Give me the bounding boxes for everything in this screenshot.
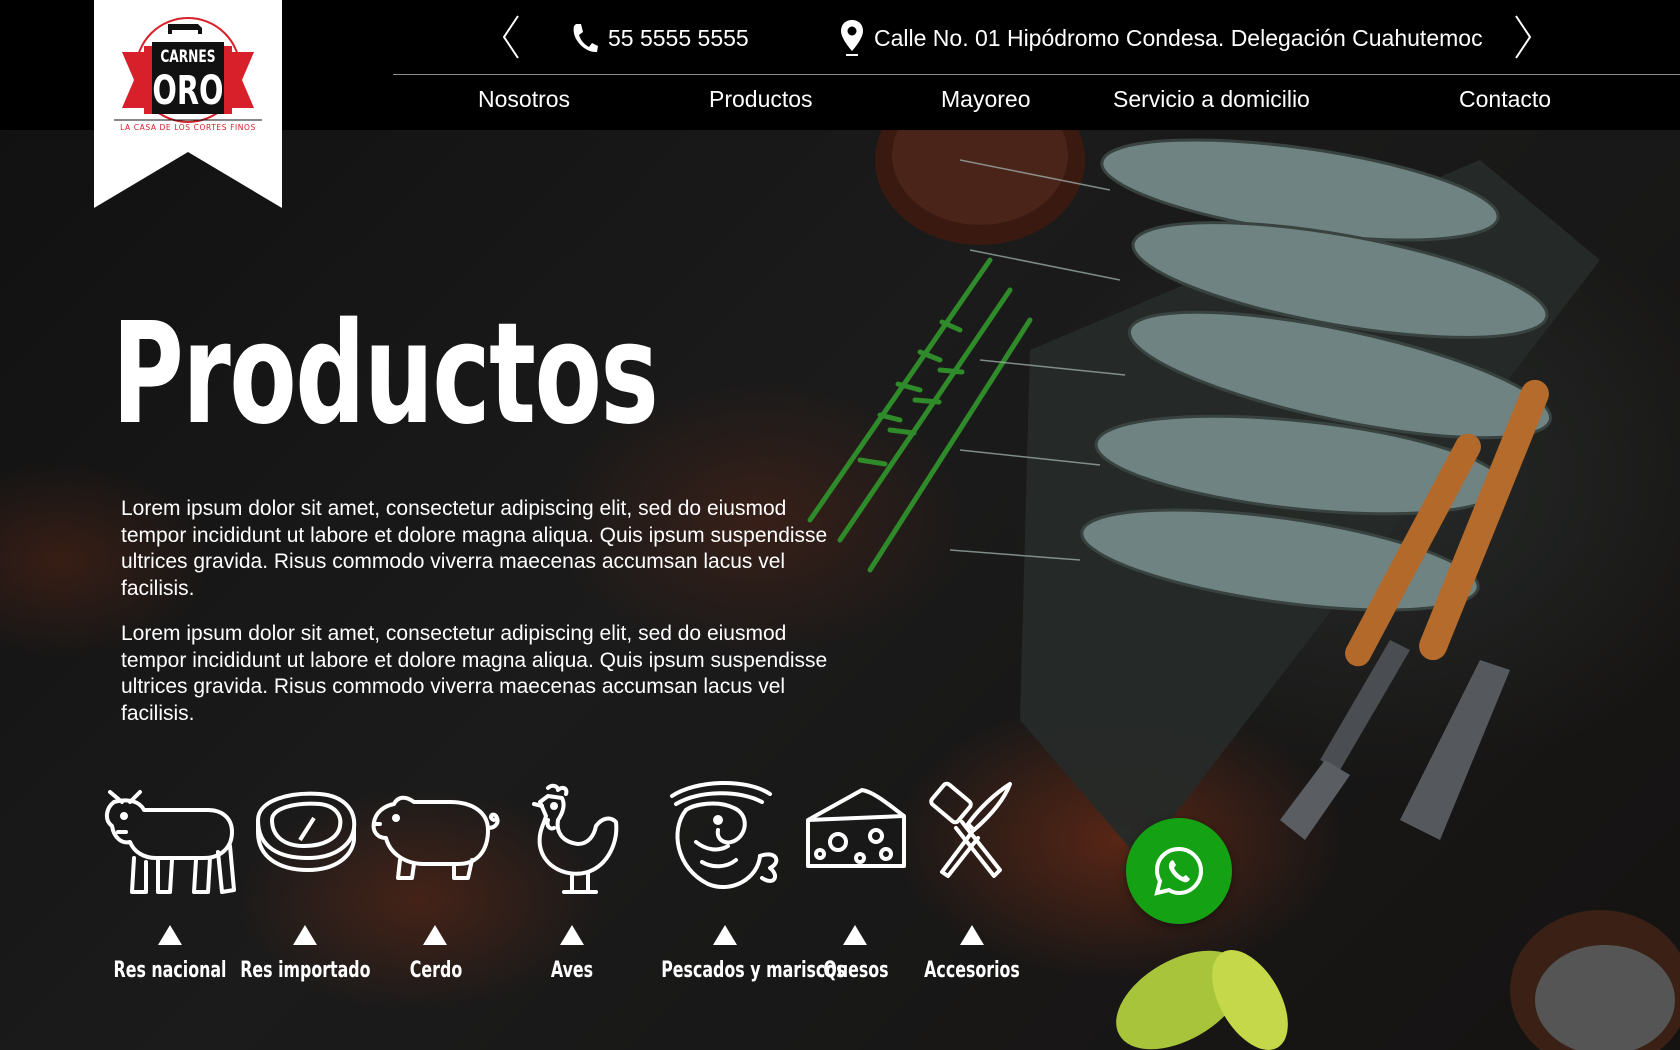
category-cerdo[interactable]: Cerdo [368, 780, 503, 1000]
nav-item-servicio-a-domicilio[interactable]: Servicio a domicilio [1113, 86, 1310, 113]
logo-line-1: CARNES [160, 47, 215, 67]
logo-tagline: LA CASA DE LOS CORTES FINOS [120, 123, 256, 132]
category-label: Quesos [823, 958, 889, 983]
nav-item-nosotros[interactable]: Nosotros [478, 86, 570, 113]
category-label: Pescados y mariscos [661, 958, 846, 983]
category-label: Accesorios [924, 958, 1020, 983]
category-label: Aves [550, 958, 594, 983]
page-title: Productos [112, 293, 659, 456]
logo-line-2: ORO [152, 68, 223, 114]
category-marker [713, 925, 737, 945]
category-label: Res importado [240, 958, 371, 983]
category-marker [843, 925, 867, 945]
phone-icon [573, 24, 598, 53]
nav-item-mayoreo[interactable]: Mayoreo [941, 86, 1030, 113]
category-label: Cerdo [409, 958, 463, 983]
nav-item-contacto[interactable]: Contacto [1459, 86, 1551, 113]
chicken-icon [532, 783, 619, 894]
chevron-left-icon[interactable] [498, 12, 528, 62]
header-divider [393, 74, 1680, 75]
steak-icon [256, 791, 357, 872]
phone-number: 55 5555 5555 [608, 24, 749, 51]
cow-icon [105, 790, 236, 894]
category-aves[interactable]: Aves [522, 780, 622, 1000]
category-marker [293, 925, 317, 945]
category-marker [560, 925, 584, 945]
brand-logo[interactable]: CARNES ORO LA CASA DE LOS CORTES FINOS [94, 0, 282, 208]
category-marker [960, 925, 984, 945]
intro-paragraph-1: Lorem ipsum dolor sit amet, consectetur … [121, 497, 828, 600]
address-text: Calle No. 01 Hipódromo Condesa. Delegaci… [874, 24, 1483, 51]
category-accesorios[interactable]: Accesorios [924, 780, 1020, 1000]
whatsapp-icon [1154, 846, 1204, 896]
chevron-right-icon[interactable] [1508, 12, 1538, 62]
utensils-icon [929, 781, 1012, 878]
category-marker [158, 925, 182, 945]
category-quesos[interactable]: Quesos [804, 780, 908, 1000]
category-res-nacional[interactable]: Res nacional [100, 780, 240, 1000]
location-pin-icon [841, 20, 863, 56]
category-marker [423, 925, 447, 945]
pig-icon [371, 795, 500, 880]
category-pescados-y-mariscos[interactable]: Pescados y mariscos [661, 780, 846, 1000]
nav-item-productos[interactable]: Productos [709, 86, 813, 113]
category-label: Res nacional [113, 958, 227, 983]
whatsapp-button[interactable] [1126, 818, 1232, 924]
shrimp-photo [807, 120, 1680, 1050]
intro-paragraph-2: Lorem ipsum dolor sit amet, consectetur … [121, 622, 828, 725]
category-res-importado[interactable]: Res importado [240, 780, 371, 1000]
address-contact[interactable]: Calle No. 01 Hipódromo Condesa. Delegaci… [840, 18, 1483, 58]
shrimp-icon [670, 780, 779, 890]
phone-contact[interactable]: 55 5555 5555 [570, 18, 749, 58]
cheese-icon [806, 788, 906, 868]
